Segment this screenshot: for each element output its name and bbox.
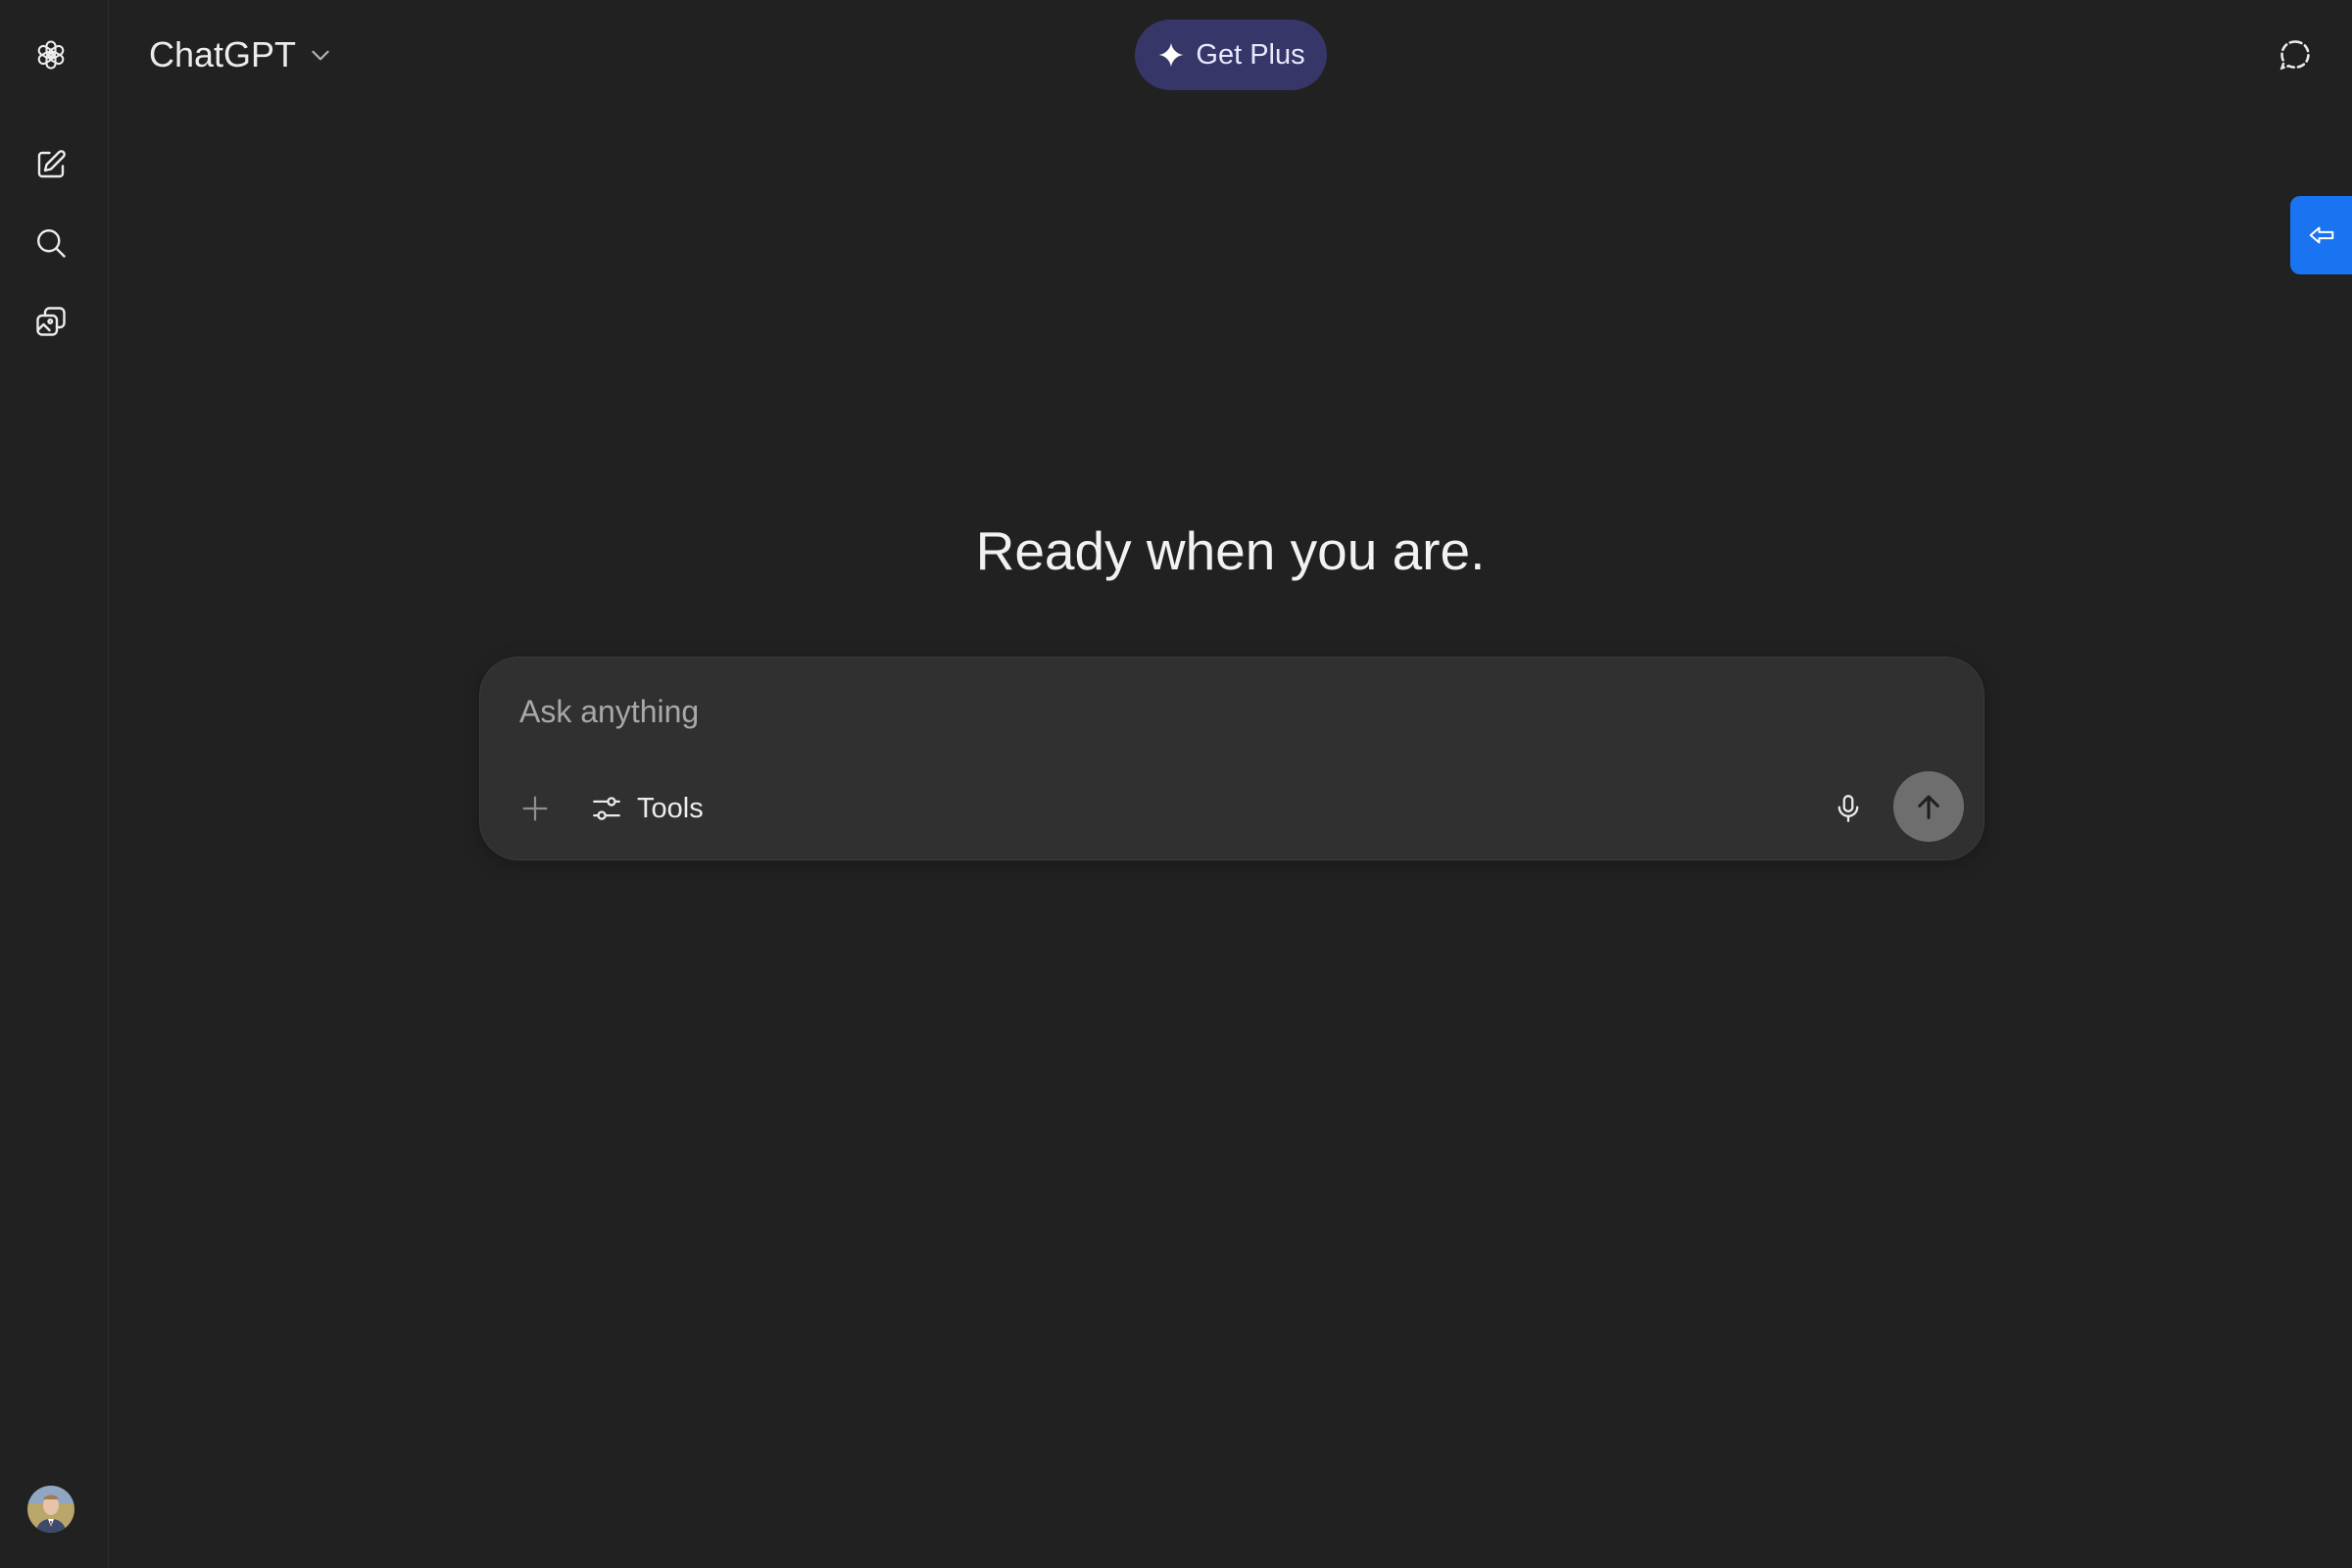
get-plus-label: Get Plus (1196, 38, 1305, 71)
search-icon (37, 229, 66, 258)
tools-label: Tools (637, 792, 704, 824)
prompt-input[interactable] (519, 687, 1891, 736)
tools-button[interactable]: Tools (582, 783, 711, 834)
openai-logo-icon (37, 40, 65, 70)
chevron-down-icon (312, 50, 329, 61)
dictate-button[interactable] (1823, 783, 1874, 834)
plus-icon (522, 796, 548, 821)
sliders-icon (593, 797, 620, 820)
add-attachment-button[interactable] (512, 785, 559, 832)
library-icon (36, 307, 66, 336)
model-switcher[interactable]: ChatGPT (137, 29, 345, 80)
extension-side-tab[interactable] (2290, 196, 2352, 274)
get-plus-button[interactable]: Get Plus (1135, 20, 1327, 90)
model-name: ChatGPT (149, 34, 297, 74)
sparkle-icon (1158, 42, 1184, 68)
arrow-left-icon (2309, 226, 2333, 244)
temporary-chat-icon (2279, 40, 2310, 71)
new-chat-icon (37, 150, 66, 178)
user-avatar[interactable] (27, 1486, 74, 1533)
new-chat-button[interactable] (25, 139, 76, 190)
openai-logo-button[interactable] (25, 29, 76, 80)
send-button[interactable] (1893, 771, 1964, 842)
arrow-up-icon (1918, 795, 1939, 819)
search-chats-button[interactable] (25, 218, 76, 269)
library-button[interactable] (25, 296, 76, 347)
avatar-image (27, 1486, 74, 1533)
composer: Tools (479, 657, 1984, 860)
sidebar-rail (0, 0, 109, 1568)
microphone-icon (1838, 795, 1859, 822)
app-window: ChatGPT Get Plus Ready when you are. Ask… (0, 0, 2352, 1568)
page-headline: Ready when you are. (975, 520, 1486, 581)
temporary-chat-button[interactable] (2270, 29, 2321, 80)
